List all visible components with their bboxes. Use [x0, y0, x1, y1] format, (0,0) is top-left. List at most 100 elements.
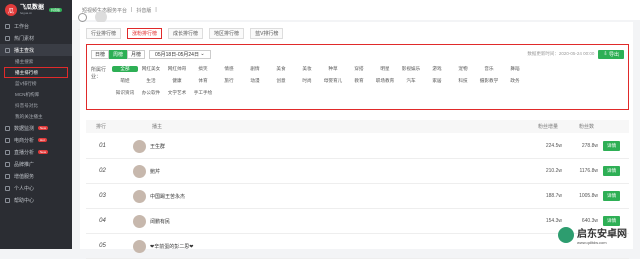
- watermark-url: www.qdltdw.com: [577, 240, 607, 245]
- category-item[interactable]: 种草: [320, 66, 346, 72]
- period-day[interactable]: 日榜: [91, 49, 110, 59]
- category-item[interactable]: 明星: [372, 66, 398, 72]
- category-item[interactable]: 动漫: [242, 78, 268, 84]
- category-item[interactable]: 舞蹈: [502, 66, 528, 72]
- category-label: 所属行业：: [91, 67, 107, 80]
- category-item[interactable]: 美食: [268, 66, 294, 72]
- author-avatar[interactable]: [133, 139, 146, 153]
- category-item[interactable]: 科技: [450, 78, 476, 84]
- category-item[interactable]: 宠物: [450, 66, 476, 72]
- live-icon: [5, 149, 10, 155]
- category-item[interactable]: 搞笑: [190, 66, 216, 72]
- sidebar-item-help[interactable]: 帮助中心: [0, 194, 72, 206]
- author-avatar[interactable]: [133, 189, 146, 203]
- sidebar-item-account[interactable]: 个人中心: [0, 182, 72, 194]
- category-item[interactable]: 家居: [424, 78, 450, 84]
- author-name[interactable]: 王生群: [150, 143, 380, 150]
- export-label: 导出: [608, 51, 619, 58]
- category-item[interactable]: 穿搭: [346, 66, 372, 72]
- sub-item-bluev[interactable]: 蓝V排行榜: [0, 78, 72, 89]
- sidebar-item-hot[interactable]: 热门素材: [0, 32, 72, 44]
- sidebar-item-monitor[interactable]: 数据监测 New: [0, 122, 72, 134]
- sub-item-follow[interactable]: 我的关注播主: [0, 111, 72, 122]
- home-icon: [5, 23, 10, 29]
- category-item[interactable]: 音乐: [476, 66, 502, 72]
- fire-icon: [5, 35, 10, 41]
- sidebar-item-label: 品牌推广: [14, 161, 35, 168]
- chart-icon: [5, 125, 10, 131]
- sub-item-mcn[interactable]: MCN机构库: [0, 89, 72, 100]
- sub-item-rank[interactable]: 播主排行榜: [4, 67, 68, 78]
- category-item[interactable]: 健康: [164, 78, 190, 84]
- update-time: 数据更新时间：2020-05-24 00:00: [527, 51, 595, 56]
- category-item[interactable]: 文学艺术: [164, 90, 190, 96]
- category-item[interactable]: 母婴育儿: [320, 78, 346, 84]
- sidebar-item-ecom[interactable]: 电商分析 Hot: [0, 134, 72, 146]
- category-item[interactable]: 全部: [112, 66, 138, 72]
- new-badge: New: [38, 150, 49, 154]
- sidebar-item-label: 个人中心: [14, 185, 35, 192]
- sub-item-search[interactable]: 播主搜索: [0, 56, 72, 67]
- rank-number: 02: [99, 168, 106, 174]
- tab-fans[interactable]: 涨粉排行榜: [127, 28, 163, 39]
- tab-bluev[interactable]: 蓝V排行榜: [250, 28, 284, 39]
- detail-button[interactable]: 详情: [603, 166, 621, 176]
- category-item[interactable]: 旅行: [216, 78, 242, 84]
- category-item[interactable]: 网红帅哥: [164, 66, 190, 72]
- tab-industry[interactable]: 行业排行榜: [86, 28, 122, 39]
- category-item[interactable]: 体育: [190, 78, 216, 84]
- sidebar-item-label: 电商分析: [14, 137, 35, 144]
- category-item[interactable]: 时尚: [294, 78, 320, 84]
- sidebar-item-live[interactable]: 直播分析 New: [0, 146, 72, 158]
- tab-region[interactable]: 地区排行榜: [209, 28, 245, 39]
- author-avatar[interactable]: [133, 214, 146, 228]
- detail-button[interactable]: 详情: [603, 191, 621, 201]
- detail-button[interactable]: 详情: [603, 141, 621, 151]
- category-item[interactable]: 网红美女: [138, 66, 164, 72]
- category-item[interactable]: 教育: [346, 78, 372, 84]
- category-item[interactable]: 游戏: [424, 66, 450, 72]
- header-fans: 粉丝数: [579, 124, 595, 130]
- tab-growth[interactable]: 成长排行榜: [168, 28, 204, 39]
- date-value: 05月18日-05月24日: [155, 51, 199, 58]
- category-item[interactable]: 创意: [268, 78, 294, 84]
- category-item[interactable]: 情感: [216, 66, 242, 72]
- hot-badge: Hot: [38, 138, 47, 142]
- header-rank: 排行: [96, 124, 107, 130]
- rank-number: 05: [99, 243, 106, 249]
- filter-panel: 日榜 周榜 月榜 05月18日-05月24日 ⌄ 数据更新时间：2020-05-…: [86, 44, 629, 110]
- period-month[interactable]: 月榜: [127, 49, 146, 59]
- logo[interactable]: 瓜 飞瓜数据 feigua.cn 抖音版: [0, 0, 72, 20]
- category-item[interactable]: 汽车: [398, 78, 424, 84]
- author-avatar[interactable]: [133, 164, 146, 178]
- category-item[interactable]: 职场教育: [372, 78, 398, 84]
- category-item[interactable]: 生活: [138, 78, 164, 84]
- headset-icon[interactable]: [78, 12, 87, 22]
- category-item[interactable]: 美妆: [294, 66, 320, 72]
- author-name[interactable]: 中国踢王苦永杰: [150, 193, 380, 200]
- watermark-logo-icon: [558, 227, 574, 243]
- sidebar-item-brand[interactable]: 品牌推广: [0, 158, 72, 170]
- date-picker[interactable]: 05月18日-05月24日 ⌄: [149, 49, 211, 59]
- sidebar-item-workbench[interactable]: 工作台: [0, 20, 72, 32]
- author-name[interactable]: 鲍芹: [150, 168, 380, 175]
- chevron-down-icon: ⌄: [200, 51, 205, 57]
- export-button[interactable]: ⇩ 导出: [598, 49, 624, 59]
- fans-count: 1005.8w: [579, 193, 598, 199]
- sub-item-compare[interactable]: 抖音号对比: [0, 100, 72, 111]
- category-item[interactable]: 摄影教学: [476, 78, 502, 84]
- sidebar-item-service[interactable]: 增值服务: [0, 170, 72, 182]
- category-item[interactable]: 影视娱乐: [398, 66, 424, 72]
- category-item[interactable]: 剧情: [242, 66, 268, 72]
- author-name[interactable]: 阔鹏有民: [150, 218, 380, 225]
- sidebar-item-label: 工作台: [14, 23, 30, 30]
- sidebar-item-find[interactable]: 播主查找: [0, 44, 72, 56]
- author-avatar[interactable]: [133, 239, 146, 253]
- author-name[interactable]: ❤辛前蛋的彭二思❤: [150, 243, 380, 250]
- category-item[interactable]: 办公软件: [138, 90, 164, 96]
- category-item[interactable]: 手工手绘: [190, 90, 216, 96]
- category-item[interactable]: 知识资讯: [112, 90, 138, 96]
- category-item[interactable]: 政务: [502, 78, 528, 84]
- period-week[interactable]: 周榜: [109, 49, 128, 59]
- category-item[interactable]: 萌娃: [112, 78, 138, 84]
